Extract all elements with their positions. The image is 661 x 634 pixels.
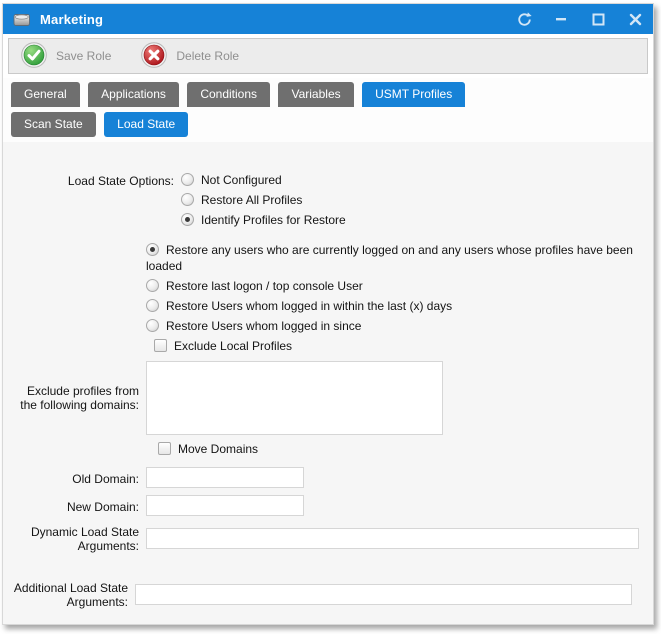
- tab-load-state[interactable]: Load State: [104, 112, 188, 137]
- tab-area: General Applications Conditions Variable…: [3, 78, 653, 142]
- tab-general[interactable]: General: [11, 82, 80, 107]
- red-x-circle-icon: [141, 42, 167, 71]
- radio-label: Restore Users whom logged in within the …: [166, 299, 452, 313]
- radio-icon: [181, 173, 194, 186]
- maximize-icon[interactable]: [590, 11, 606, 27]
- radio-restore-last-logon[interactable]: Restore last logon / top console User: [146, 278, 645, 294]
- checkbox-label: Exclude Local Profiles: [174, 339, 292, 353]
- radio-icon: [146, 279, 159, 292]
- exclude-local-profiles-checkbox[interactable]: Exclude Local Profiles: [154, 338, 645, 354]
- checkbox-icon: [158, 442, 171, 455]
- window-title: Marketing: [40, 12, 103, 27]
- tab-conditions[interactable]: Conditions: [187, 82, 270, 107]
- radio-restore-last-x-days[interactable]: Restore Users whom logged in within the …: [146, 298, 645, 314]
- delete-role-label: Delete Role: [176, 49, 239, 63]
- window-controls: [516, 11, 643, 27]
- close-icon[interactable]: [627, 11, 643, 27]
- exclude-domains-label: Exclude profiles from the following doma…: [11, 384, 146, 412]
- radio-label: Restore last logon / top console User: [166, 279, 363, 293]
- additional-args-input[interactable]: [135, 584, 632, 605]
- radio-identify-profiles[interactable]: Identify Profiles for Restore: [181, 212, 346, 228]
- tab-usmt-profiles[interactable]: USMT Profiles: [362, 82, 465, 107]
- load-state-options-group: Not Configured Restore All Profiles Iden…: [181, 172, 346, 232]
- minimize-icon[interactable]: [553, 11, 569, 27]
- radio-restore-logged-on-users[interactable]: Restore any users who are currently logg…: [146, 242, 645, 274]
- marketing-role-window: Marketing: [2, 3, 654, 625]
- dynamic-args-label: Dynamic Load State Arguments:: [11, 523, 146, 553]
- restore-mode-group: Restore any users who are currently logg…: [146, 242, 645, 334]
- titlebar: Marketing: [3, 4, 653, 34]
- checkbox-icon: [154, 339, 167, 352]
- radio-icon: [146, 299, 159, 312]
- delete-role-button[interactable]: Delete Role: [141, 42, 239, 71]
- radio-restore-all-profiles[interactable]: Restore All Profiles: [181, 192, 346, 208]
- save-role-button[interactable]: Save Role: [21, 42, 111, 71]
- old-domain-label: Old Domain:: [11, 470, 146, 486]
- save-role-label: Save Role: [56, 49, 111, 63]
- tab-applications[interactable]: Applications: [88, 82, 179, 107]
- refresh-icon[interactable]: [516, 11, 532, 27]
- radio-restore-logged-in-since[interactable]: Restore Users whom logged in since: [146, 318, 645, 334]
- radio-icon: [146, 243, 159, 256]
- radio-label: Restore All Profiles: [201, 193, 302, 207]
- radio-icon: [146, 319, 159, 332]
- green-check-circle-icon: [21, 42, 47, 71]
- sub-tabs: Scan State Load State: [11, 112, 653, 137]
- new-domain-input[interactable]: [146, 495, 304, 516]
- radio-not-configured[interactable]: Not Configured: [181, 172, 346, 188]
- old-domain-input[interactable]: [146, 467, 304, 488]
- radio-label: Identify Profiles for Restore: [201, 213, 346, 227]
- toolbar-wrap: Save Role Delete Role: [3, 34, 653, 78]
- radio-icon: [181, 213, 194, 226]
- toolbar: Save Role Delete Role: [8, 38, 648, 74]
- radio-label: Restore Users whom logged in since: [166, 319, 361, 333]
- radio-label: Not Configured: [201, 173, 282, 187]
- radio-icon: [181, 193, 194, 206]
- additional-args-label: Additional Load State Arguments:: [11, 579, 135, 609]
- load-state-options-label: Load State Options:: [11, 172, 181, 188]
- tab-scan-state[interactable]: Scan State: [11, 112, 96, 137]
- new-domain-label: New Domain:: [11, 498, 146, 514]
- tab-variables[interactable]: Variables: [278, 82, 353, 107]
- checkbox-label: Move Domains: [178, 442, 258, 456]
- radio-label: Restore any users who are currently logg…: [146, 243, 633, 273]
- role-drum-icon: [13, 12, 31, 27]
- load-state-panel: Load State Options: Not Configured Resto…: [3, 142, 653, 624]
- main-tabs: General Applications Conditions Variable…: [11, 82, 653, 107]
- exclude-domains-textarea[interactable]: [146, 361, 443, 435]
- move-domains-checkbox[interactable]: Move Domains: [158, 441, 645, 457]
- dynamic-args-input[interactable]: [146, 528, 639, 549]
